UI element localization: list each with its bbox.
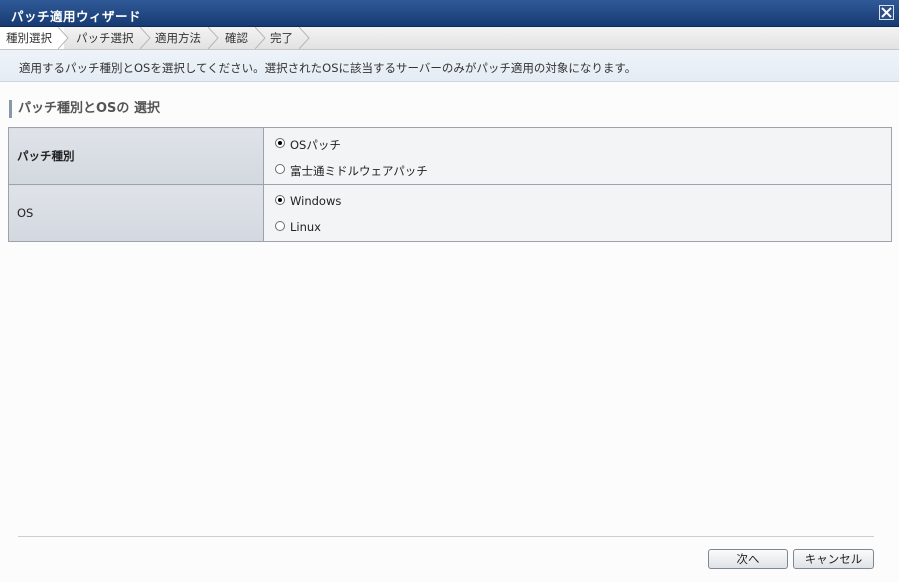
radio-button-selected[interactable] [275, 195, 285, 205]
radio-option-linux[interactable]: Linux [264, 213, 891, 239]
radio-button[interactable] [275, 164, 285, 174]
close-icon [881, 7, 892, 18]
patch-type-options: OSパッチ 富士通ミドルウェアパッチ [263, 127, 892, 185]
radio-option-middleware-patch[interactable]: 富士通ミドルウェアパッチ [264, 156, 891, 182]
section-title: パッチ種別とOSの 選択 [9, 100, 160, 118]
step-separator-icon [299, 27, 310, 49]
radio-button[interactable] [275, 221, 285, 231]
radio-button-selected[interactable] [275, 138, 285, 148]
wizard-step-bar: 種別選択 パッチ選択 適用方法 確認 完了 [0, 27, 899, 50]
footer-divider [18, 536, 874, 537]
window-title: パッチ適用ウィザード [11, 9, 142, 24]
option-label[interactable]: Linux [290, 220, 321, 234]
cancel-button[interactable]: キャンセル [793, 549, 874, 569]
step-separator-icon [58, 27, 69, 49]
step-label: 適用方法 [155, 31, 201, 45]
option-label[interactable]: Windows [290, 194, 341, 208]
title-bar: パッチ適用ウィザード [0, 0, 899, 27]
os-label: OS [8, 184, 264, 242]
step-apply-method: 適用方法 [149, 27, 213, 49]
radio-option-os-patch[interactable]: OSパッチ [264, 130, 891, 156]
close-button[interactable] [879, 5, 894, 20]
instruction-text: 適用するパッチ種別とOSを選択してください。選択されたOSに該当するサーバーのみ… [19, 61, 637, 75]
instruction-bar: 適用するパッチ種別とOSを選択してください。選択されたOSに該当するサーバーのみ… [0, 50, 899, 82]
option-label[interactable]: 富士通ミドルウェアパッチ [290, 163, 428, 179]
step-label: 種別選択 [6, 31, 52, 45]
step-label: 完了 [270, 31, 293, 45]
patch-type-label: パッチ種別 [8, 127, 264, 185]
next-button[interactable]: 次へ [708, 549, 788, 569]
step-label: パッチ選択 [76, 31, 134, 45]
step-label: 確認 [225, 31, 248, 45]
os-options: Windows Linux [263, 184, 892, 242]
radio-option-windows[interactable]: Windows [264, 187, 891, 213]
step-type-select: 種別選択 [0, 27, 64, 49]
form-row-os: OS Windows Linux [8, 184, 892, 242]
option-label[interactable]: OSパッチ [290, 137, 341, 153]
step-patch-select: パッチ選択 [70, 27, 148, 49]
form-row-patch-type: パッチ種別 OSパッチ 富士通ミドルウェアパッチ [8, 127, 892, 185]
selection-form: パッチ種別 OSパッチ 富士通ミドルウェアパッチ OS Windows Linu… [8, 127, 892, 242]
